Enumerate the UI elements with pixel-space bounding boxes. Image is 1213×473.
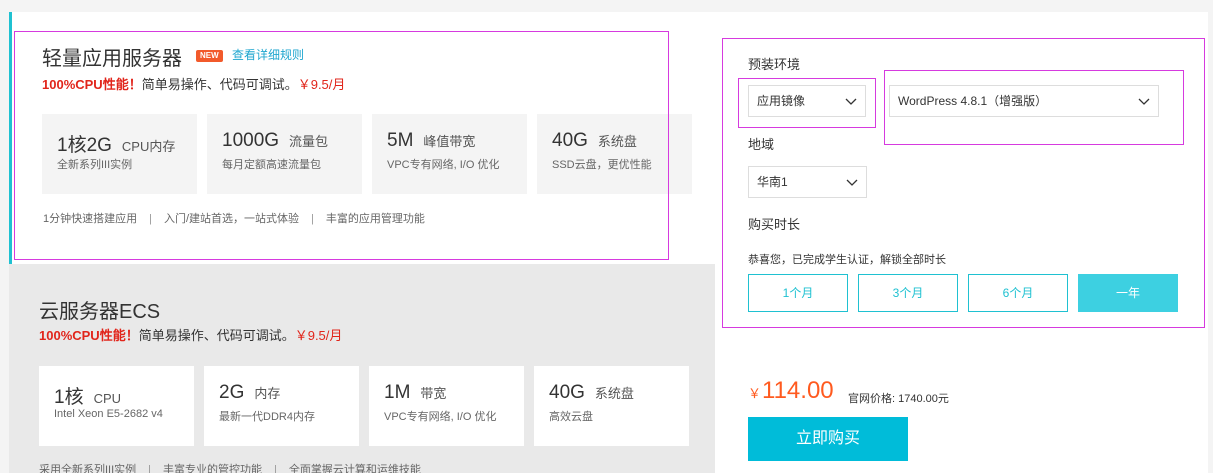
- feature-item: 丰富专业的管控功能: [163, 464, 263, 473]
- spec-cpu: 1核 CPU Intel Xeon E5-2682 v4: [39, 366, 194, 446]
- spec-value: 2G: [219, 382, 245, 403]
- official-price: 官网价格: 1740.00元: [848, 393, 949, 405]
- spec-value: 5M: [387, 130, 414, 151]
- spec-desc: 高效云盘: [549, 411, 593, 423]
- feature-item: 入门/建站首选，一站式体验: [163, 213, 300, 225]
- feature-divider: |: [149, 213, 152, 225]
- detail-rules-link[interactable]: 查看详细规则: [232, 46, 304, 63]
- spec-unit: 内存: [254, 386, 281, 401]
- new-badge: NEW: [196, 50, 223, 62]
- env-type-value: 应用镜像: [757, 94, 806, 108]
- spec-unit: CPU内存: [121, 139, 176, 154]
- env-image-value: WordPress 4.8.1（增强版）: [898, 94, 1048, 108]
- current-price: ￥114.00: [748, 377, 834, 405]
- chevron-down-icon: [1138, 98, 1150, 105]
- promo-price: ￥9.5/月: [297, 77, 346, 92]
- light-server-title: 轻量应用服务器: [42, 48, 182, 70]
- spec-value: 1核2G: [57, 135, 112, 156]
- light-server-features: 1分钟快速搭建应用 | 入门/建站首选，一站式体验 | 丰富的应用管理功能: [43, 210, 425, 226]
- spec-desc: Intel Xeon E5-2682 v4: [54, 408, 163, 420]
- student-note: 恭喜您，已完成学生认证，解锁全部时长: [748, 254, 946, 266]
- promo-price: ￥9.5/月: [294, 328, 343, 343]
- promo-text: 简单易操作、代码可调试。: [141, 77, 298, 92]
- spec-desc: VPC专有网络, I/O 优化: [387, 159, 500, 171]
- light-server-card[interactable]: 轻量应用服务器 NEW 查看详细规则 100%CPU性能！简单易操作、代码可调试…: [9, 12, 715, 264]
- region-label: 地域: [748, 137, 775, 152]
- spec-unit: 流量包: [289, 134, 329, 149]
- promo-text: 简单易操作、代码可调试。: [138, 328, 295, 343]
- duration-6-months[interactable]: 6个月: [968, 274, 1068, 312]
- promo-highlight: 100%CPU性能！: [42, 77, 142, 92]
- ecs-promo: 100%CPU性能！简单易操作、代码可调试。￥9.5/月: [39, 325, 342, 344]
- env-type-select[interactable]: 应用镜像: [748, 85, 866, 117]
- ecs-card[interactable]: 云服务器ECS 100%CPU性能！简单易操作、代码可调试。￥9.5/月 1核 C…: [9, 264, 715, 473]
- spec-desc: 每月定额高速流量包: [222, 159, 321, 171]
- spec-unit: 系统盘: [597, 134, 637, 149]
- spec-memory: 2G 内存 最新一代DDR4内存: [204, 366, 359, 446]
- config-panel: 预装环境 应用镜像 WordPress 4.8.1（增强版） 地域 华南1 购买…: [715, 12, 1208, 473]
- spec-unit: CPU: [93, 391, 122, 406]
- feature-divider: |: [274, 464, 277, 473]
- light-server-promo: 100%CPU性能！简单易操作、代码可调试。￥9.5/月: [42, 74, 345, 93]
- spec-bandwidth: 5M 峰值带宽 VPC专有网络, I/O 优化: [372, 114, 527, 194]
- spec-cpu-memory: 1核2G CPU内存 全新系列III实例: [42, 114, 197, 194]
- spec-unit: 系统盘: [594, 386, 634, 401]
- promo-highlight: 100%CPU性能！: [39, 328, 139, 343]
- ecs-features: 采用全新系列III实例 | 丰富专业的管控功能 | 全面掌握云计算和运维技能: [39, 461, 421, 473]
- region-value: 华南1: [757, 175, 788, 189]
- duration-1-month[interactable]: 1个月: [748, 274, 848, 312]
- spec-desc: SSD云盘，更优性能: [552, 159, 652, 171]
- duration-3-months[interactable]: 3个月: [858, 274, 958, 312]
- spec-desc: VPC专有网络, I/O 优化: [384, 411, 497, 423]
- env-image-select[interactable]: WordPress 4.8.1（增强版）: [889, 85, 1159, 117]
- chevron-down-icon: [846, 179, 858, 186]
- duration-label: 购买时长: [748, 217, 801, 232]
- ecs-title: 云服务器ECS: [39, 301, 161, 323]
- spec-traffic: 1000G 流量包 每月定额高速流量包: [207, 114, 362, 194]
- duration-1-year[interactable]: 一年: [1078, 274, 1178, 312]
- buy-now-button[interactable]: 立即购买: [748, 417, 908, 461]
- spec-disk: 40G 系统盘 高效云盘: [534, 366, 689, 446]
- spec-value: 1核: [54, 387, 84, 408]
- feature-item: 采用全新系列III实例: [39, 464, 137, 473]
- chevron-down-icon: [845, 98, 857, 105]
- region-select[interactable]: 华南1: [748, 166, 867, 198]
- spec-bandwidth: 1M 带宽 VPC专有网络, I/O 优化: [369, 366, 524, 446]
- spec-value: 1000G: [222, 130, 280, 151]
- feature-item: 1分钟快速搭建应用: [43, 213, 138, 225]
- spec-value: 1M: [384, 382, 411, 403]
- spec-value: 40G: [552, 130, 588, 151]
- spec-value: 40G: [549, 382, 585, 403]
- spec-unit: 峰值带宽: [423, 134, 476, 149]
- env-label: 预装环境: [748, 57, 801, 72]
- feature-divider: |: [311, 213, 314, 225]
- feature-divider: |: [148, 464, 152, 473]
- price-value: 114.00: [762, 377, 834, 404]
- spec-unit: 带宽: [420, 386, 447, 401]
- feature-item: 全面掌握云计算和运维技能: [288, 464, 421, 473]
- currency-symbol: ￥: [748, 386, 762, 401]
- feature-item: 丰富的应用管理功能: [325, 213, 425, 225]
- product-page: 轻量应用服务器 NEW 查看详细规则 100%CPU性能！简单易操作、代码可调试…: [0, 0, 1213, 473]
- spec-desc: 全新系列III实例: [57, 159, 133, 171]
- spec-desc: 最新一代DDR4内存: [219, 411, 315, 423]
- spec-disk: 40G 系统盘 SSD云盘，更优性能: [537, 114, 692, 194]
